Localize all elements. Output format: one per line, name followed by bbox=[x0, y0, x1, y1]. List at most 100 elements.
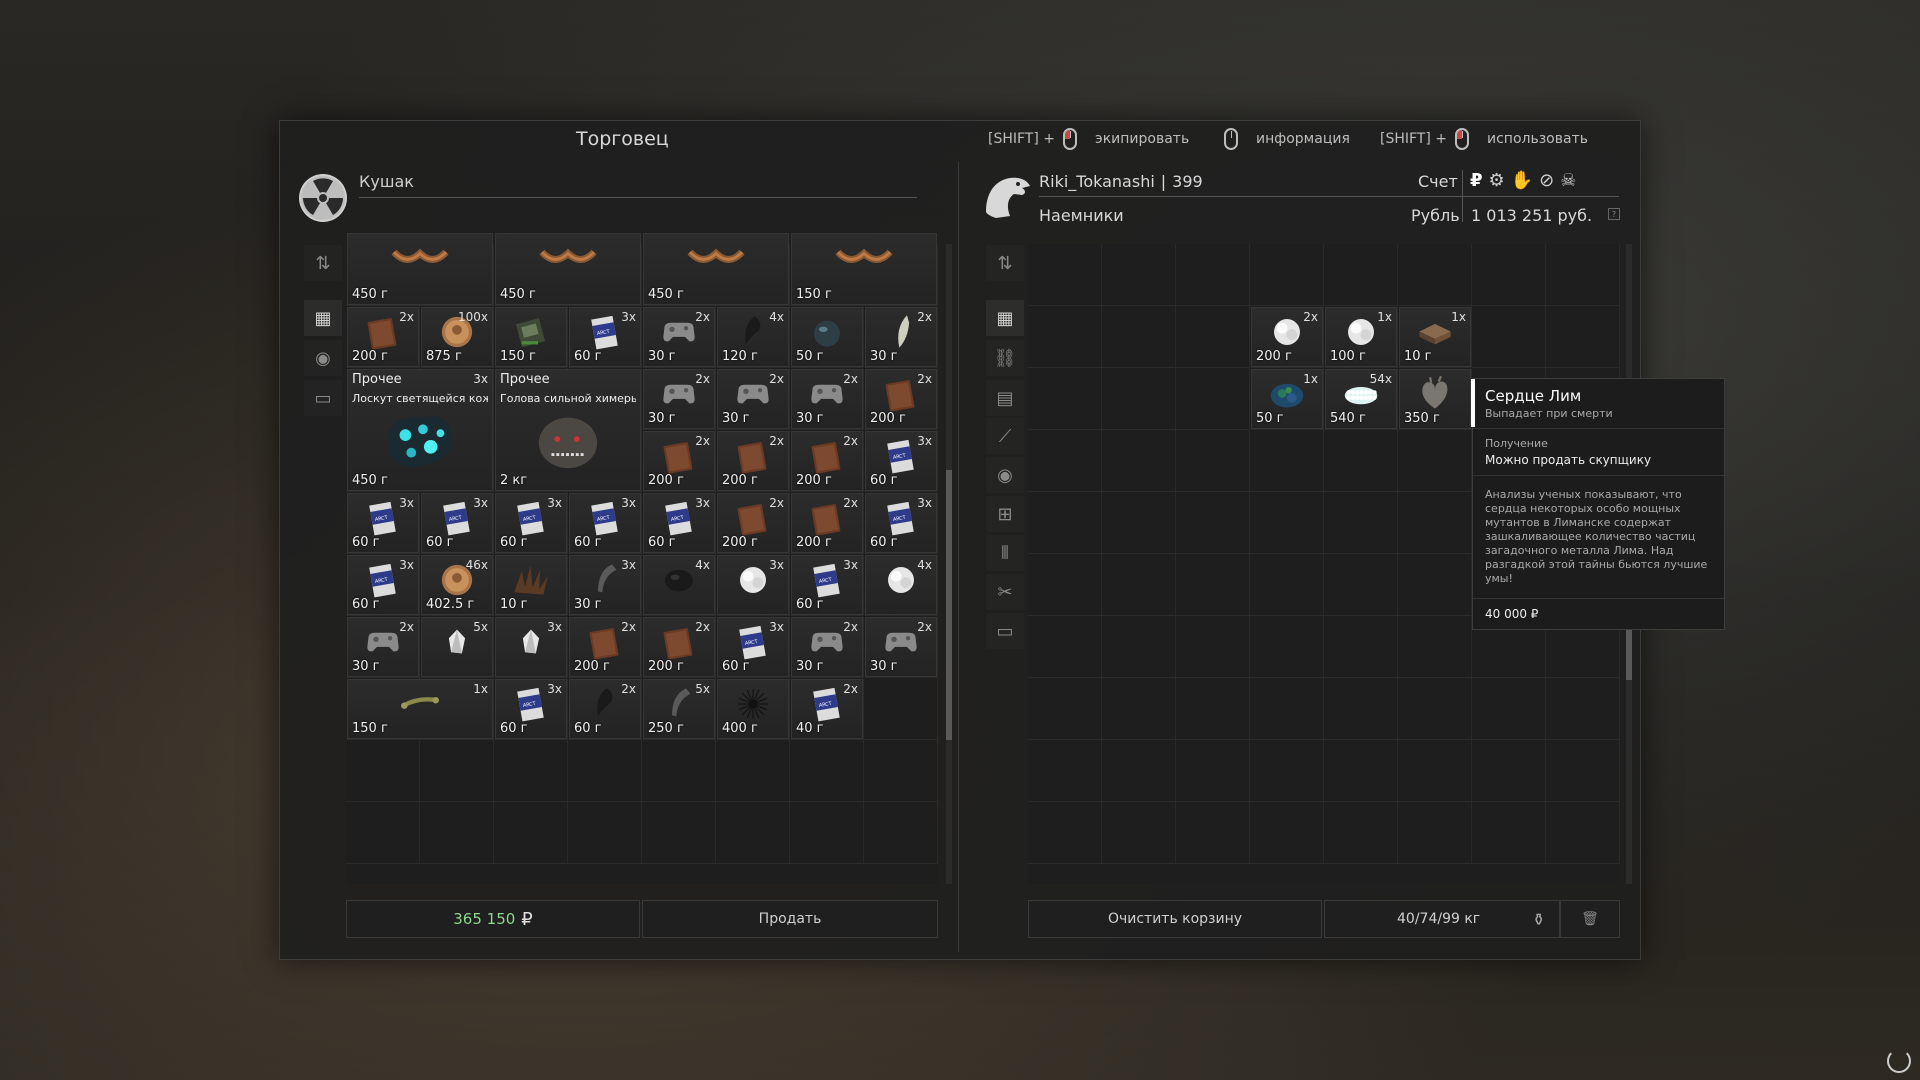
grid-slot[interactable] bbox=[1546, 244, 1620, 306]
grid-slot[interactable] bbox=[1250, 740, 1324, 802]
grid-slot[interactable] bbox=[1028, 306, 1102, 368]
inventory-item[interactable]: 2x 30 г bbox=[643, 369, 715, 429]
grid-slot[interactable] bbox=[346, 802, 420, 864]
inventory-item[interactable]: 2x 60 г bbox=[569, 679, 641, 739]
grid-slot[interactable] bbox=[1176, 616, 1250, 678]
refresh-icon[interactable] bbox=[1887, 1049, 1911, 1073]
grid-slot[interactable] bbox=[1028, 430, 1102, 492]
inventory-item[interactable]: 2x 30 г bbox=[717, 369, 789, 429]
grid-slot[interactable] bbox=[568, 802, 642, 864]
inventory-item[interactable]: 2x 200 г bbox=[865, 369, 937, 429]
grid-slot[interactable] bbox=[1176, 492, 1250, 554]
sort-icon[interactable]: ⇅ bbox=[304, 245, 342, 281]
grid-slot[interactable] bbox=[1398, 616, 1472, 678]
grid-slot[interactable] bbox=[1546, 740, 1620, 802]
grid-slot[interactable] bbox=[1250, 492, 1324, 554]
inventory-item[interactable]: 1x 100 г bbox=[1325, 307, 1397, 367]
grid-slot[interactable] bbox=[1102, 740, 1176, 802]
grid-slot[interactable] bbox=[1028, 740, 1102, 802]
inventory-item[interactable]: 4x bbox=[865, 555, 937, 615]
grid-view-icon[interactable]: ▦ bbox=[304, 300, 342, 336]
skull-currency-icon[interactable]: ☠ bbox=[1560, 170, 1576, 191]
inventory-item[interactable]: ARCT 3x 60 г bbox=[569, 307, 641, 367]
inventory-item[interactable]: 5x bbox=[421, 617, 493, 677]
gear-currency-icon[interactable]: ⚙ bbox=[1489, 170, 1505, 191]
inventory-item[interactable]: ARCT 3x 60 г bbox=[865, 493, 937, 553]
inventory-item[interactable]: 2x 30 г bbox=[865, 617, 937, 677]
inventory-item[interactable]: Прочее Голова сильной химеры 2 кг bbox=[495, 369, 641, 491]
grid-slot[interactable] bbox=[1028, 368, 1102, 430]
inventory-item[interactable]: ARCT 2x 40 г bbox=[791, 679, 863, 739]
grid-slot[interactable] bbox=[1102, 306, 1176, 368]
medkit-filter-icon[interactable]: ⊞ bbox=[986, 496, 1024, 532]
grid-slot[interactable] bbox=[420, 740, 494, 802]
grid-slot[interactable] bbox=[1398, 554, 1472, 616]
grid-slot[interactable] bbox=[1028, 678, 1102, 740]
grid-slot[interactable] bbox=[1472, 678, 1546, 740]
inventory-item[interactable]: ARCT 3x 60 г bbox=[569, 493, 641, 553]
inventory-item[interactable]: Прочее Лоскут светящейся кож... 3x 450 г bbox=[347, 369, 493, 491]
inventory-item[interactable]: 1x 10 г bbox=[1399, 307, 1471, 367]
grid-slot[interactable] bbox=[1102, 616, 1176, 678]
inventory-item[interactable]: 150 г bbox=[791, 233, 937, 305]
inventory-item[interactable]: 1x 150 г bbox=[347, 679, 493, 739]
grid-slot[interactable] bbox=[1546, 678, 1620, 740]
grid-slot[interactable] bbox=[1102, 430, 1176, 492]
grid-slot[interactable] bbox=[1102, 802, 1176, 864]
inventory-item[interactable]: 3x bbox=[717, 555, 789, 615]
grid-slot[interactable] bbox=[1028, 492, 1102, 554]
inventory-item[interactable]: 3x bbox=[495, 617, 567, 677]
grid-slot[interactable] bbox=[1324, 430, 1398, 492]
grid-slot[interactable] bbox=[1176, 244, 1250, 306]
artifact-filter-icon-right[interactable]: ◉ bbox=[986, 457, 1024, 493]
box-filter-icon-right[interactable]: ▭ bbox=[986, 613, 1024, 649]
grid-slot[interactable] bbox=[716, 740, 790, 802]
grid-slot[interactable] bbox=[1250, 244, 1324, 306]
sell-button[interactable]: Продать bbox=[642, 900, 938, 938]
inventory-item[interactable]: 2x 30 г bbox=[791, 617, 863, 677]
hand-currency-icon[interactable]: ✋ bbox=[1511, 170, 1533, 191]
inventory-item[interactable]: 2x 200 г bbox=[569, 617, 641, 677]
grid-slot[interactable] bbox=[1398, 430, 1472, 492]
grid-slot[interactable] bbox=[1324, 802, 1398, 864]
grid-slot[interactable] bbox=[1324, 678, 1398, 740]
inventory-item[interactable]: 2x 30 г bbox=[347, 617, 419, 677]
grid-slot[interactable] bbox=[1546, 802, 1620, 864]
sort-icon-right[interactable]: ⇅ bbox=[986, 245, 1024, 281]
inventory-item[interactable]: ARCT 3x 60 г bbox=[495, 493, 567, 553]
grid-slot[interactable] bbox=[1398, 802, 1472, 864]
inventory-item[interactable]: 450 г bbox=[495, 233, 641, 305]
trader-scroll-thumb[interactable] bbox=[946, 470, 952, 740]
grid-slot[interactable] bbox=[1398, 244, 1472, 306]
inventory-item[interactable]: ARCT 3x 60 г bbox=[717, 617, 789, 677]
grid-slot[interactable] bbox=[1472, 306, 1546, 368]
inventory-item[interactable]: 46x 402.5 г bbox=[421, 555, 493, 615]
grid-slot[interactable] bbox=[1102, 368, 1176, 430]
ruble-tab-icon[interactable]: ₽ bbox=[1470, 170, 1483, 191]
grid-slot[interactable] bbox=[1102, 492, 1176, 554]
grid-slot[interactable] bbox=[1102, 244, 1176, 306]
inventory-item[interactable]: 2x 200 г bbox=[643, 431, 715, 491]
grid-slot[interactable] bbox=[1176, 802, 1250, 864]
grid-slot[interactable] bbox=[1176, 306, 1250, 368]
grid-slot[interactable] bbox=[864, 802, 938, 864]
inventory-item[interactable]: 100x 875 г bbox=[421, 307, 493, 367]
grid-slot[interactable] bbox=[1102, 554, 1176, 616]
grid-slot[interactable] bbox=[642, 802, 716, 864]
inventory-item[interactable]: 450 г bbox=[347, 233, 493, 305]
grid-slot[interactable] bbox=[1250, 430, 1324, 492]
trash-icon[interactable]: 🗑 bbox=[1560, 900, 1620, 938]
inventory-item[interactable]: ARCT 3x 60 г bbox=[347, 493, 419, 553]
inventory-item[interactable]: 54x 540 г bbox=[1325, 369, 1397, 429]
grid-slot[interactable] bbox=[1324, 616, 1398, 678]
clear-cart-button[interactable]: Очистить корзину bbox=[1028, 900, 1322, 938]
grid-slot[interactable] bbox=[716, 802, 790, 864]
grid-slot[interactable] bbox=[642, 740, 716, 802]
inventory-item[interactable]: 1x 50 г bbox=[1251, 369, 1323, 429]
inventory-item[interactable]: 4x 120 г bbox=[717, 307, 789, 367]
grid-slot[interactable] bbox=[1176, 554, 1250, 616]
grid-slot[interactable] bbox=[1176, 368, 1250, 430]
inventory-item[interactable]: 3x 30 г bbox=[569, 555, 641, 615]
rifle-filter-icon[interactable]: ⟋ bbox=[986, 418, 1024, 454]
inventory-item[interactable]: 400 г bbox=[717, 679, 789, 739]
